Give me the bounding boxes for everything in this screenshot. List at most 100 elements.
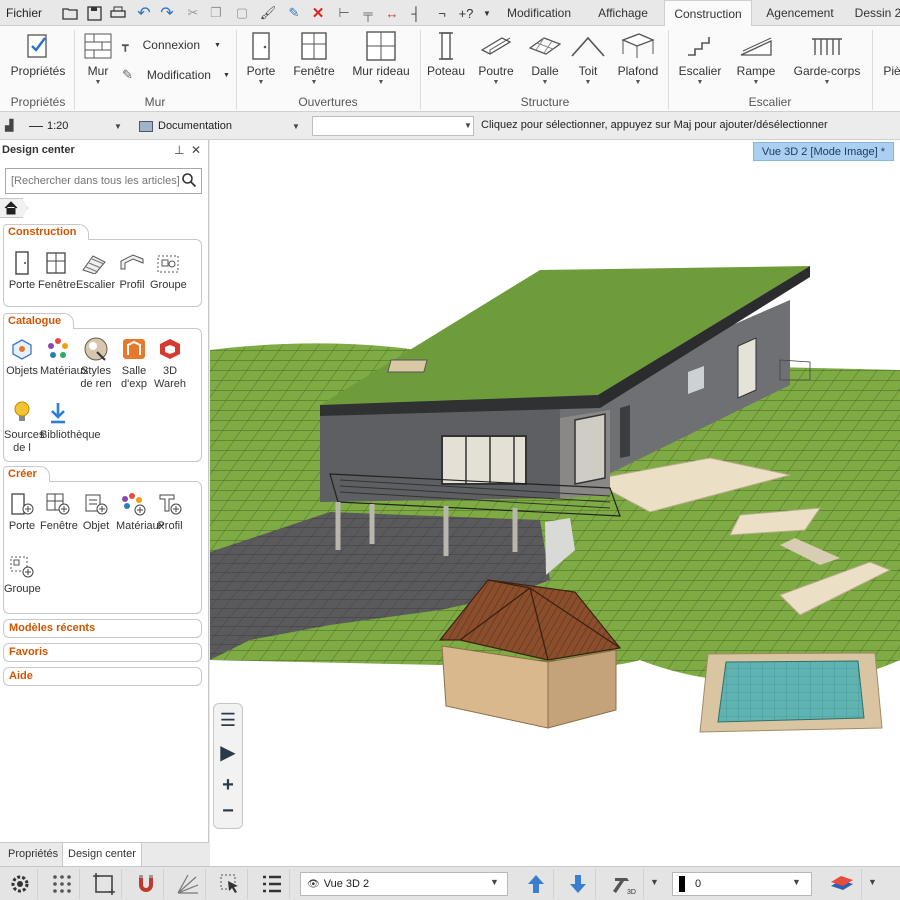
creer-porte-item[interactable]: Porte (4, 491, 40, 533)
construction-groupe-item[interactable]: Groupe (150, 250, 187, 292)
list-icon[interactable] (254, 869, 290, 899)
creer-profil-item[interactable]: Profil (152, 491, 188, 533)
creer-groupe-item[interactable]: Groupe (4, 554, 41, 596)
print-icon[interactable] (108, 3, 128, 23)
catalogue-bibliotheque-item[interactable]: Bibliothèque (40, 400, 101, 442)
redo-icon[interactable]: ↷ (157, 3, 177, 23)
play-icon[interactable]: ▶ (214, 740, 242, 765)
construction-escalier-item[interactable]: Escalier (76, 250, 115, 292)
fenetre-button[interactable]: Fenêtre ▼ (292, 30, 336, 86)
tab-construction[interactable]: Construction (664, 0, 752, 27)
elevation-select[interactable]: 0 (672, 872, 812, 896)
tab-dessin[interactable]: Dessin 2 (848, 0, 900, 27)
render-styles-icon (78, 336, 114, 362)
align-icon[interactable]: ╤ (358, 3, 378, 23)
pick-icon[interactable]: ✎ (284, 3, 304, 23)
escalier-button[interactable]: Escalier ▼ (678, 30, 722, 86)
section-modeles-recents[interactable]: Modèles récents (3, 619, 202, 638)
file-menu[interactable]: Fichier (6, 6, 42, 20)
select-cursor-icon[interactable] (212, 869, 248, 899)
search-input[interactable] (5, 168, 202, 194)
construction-fenetre-item[interactable]: Fenêtre (38, 250, 76, 292)
chevron-down-icon: ▼ (868, 877, 877, 887)
pin-icon[interactable]: ⊥ (174, 143, 184, 157)
catalogue-styles-item[interactable]: Styles de ren (78, 336, 114, 391)
menu-list-icon[interactable]: ☰ (214, 710, 242, 731)
selection-filter-select[interactable] (312, 116, 474, 136)
magnet-icon[interactable] (128, 869, 164, 899)
layer-select[interactable]: Documentation (134, 116, 306, 136)
catalogue-3d-warehouse-item[interactable]: 3D Wareh (152, 336, 188, 391)
tab-modification[interactable]: Modification (495, 0, 583, 27)
section-aide[interactable]: Aide (3, 667, 202, 686)
dalle-button[interactable]: Dalle ▼ (526, 30, 564, 86)
catalogue-materiaux-item[interactable]: Matériaux (40, 336, 88, 378)
search-icon[interactable] (181, 172, 199, 190)
rampe-button[interactable]: Rampe ▼ (734, 30, 778, 86)
proprietes-button[interactable]: Propriétés (8, 30, 68, 78)
zoom-in-icon[interactable]: + (214, 774, 242, 797)
zoom-out-icon[interactable]: − (214, 800, 242, 823)
catalogue-sources-item[interactable]: Sources de l (4, 400, 44, 455)
3d-viewport[interactable]: Vue 3D 2 [Mode Image] * ☰ ▶ + − (210, 140, 900, 866)
construction-porte-item[interactable]: Porte (4, 250, 40, 292)
section-construction[interactable]: Construction (3, 224, 90, 240)
catalogue-salle-item[interactable]: Salle d'exp (116, 336, 152, 391)
copy-icon[interactable]: ❐ (206, 3, 226, 23)
chevron-down-icon: ▼ (541, 79, 549, 86)
creer-materiaux-item[interactable]: Matériaux (116, 491, 164, 533)
mur-button[interactable]: Mur ▼ (82, 30, 114, 86)
undo-icon[interactable]: ↶ (134, 3, 154, 23)
open-folder-icon[interactable] (60, 3, 80, 23)
angle-icon[interactable]: ¬ (432, 3, 452, 23)
poteau-button[interactable]: Poteau (426, 30, 466, 78)
scale-select[interactable]: 1:20 (24, 116, 128, 136)
snap-frame-icon[interactable] (86, 869, 122, 899)
arrow-up-icon[interactable] (518, 869, 554, 899)
catalogue-objets-item[interactable]: Objets (4, 336, 40, 378)
tab-design-center[interactable]: Design center (62, 843, 142, 867)
distance-icon[interactable]: ↔ (382, 3, 402, 23)
close-icon[interactable]: ✕ (191, 143, 201, 157)
tab-proprietes[interactable]: Propriétés (3, 843, 63, 867)
poutre-button[interactable]: Poutre ▼ (476, 30, 516, 86)
garde-corps-button[interactable]: Garde-corps ▼ (792, 30, 862, 86)
paste-icon[interactable]: ▢ (232, 3, 252, 23)
paint-brush-icon[interactable]: 🖌 (258, 3, 278, 23)
view-tab[interactable]: Vue 3D 2 [Mode Image] * (752, 142, 894, 161)
piece-button[interactable]: Piè (882, 30, 900, 78)
curtain-wall-icon (350, 30, 412, 62)
angle-snap-icon[interactable] (170, 869, 206, 899)
chevron-down-icon: ▼ (292, 122, 300, 131)
breadcrumb[interactable] (0, 198, 28, 218)
arrow-down-icon[interactable] (560, 869, 596, 899)
section-creer[interactable]: Créer (3, 466, 50, 482)
save-icon[interactable] (84, 3, 104, 23)
mur-rideau-button[interactable]: Mur rideau ▼ (350, 30, 412, 86)
view-select[interactable]: 👁 Vue 3D 2 (300, 872, 508, 896)
tab-agencement[interactable]: Agencement (754, 0, 846, 27)
construction-profil-item[interactable]: Profil (114, 250, 150, 292)
hammer-3d-icon[interactable]: 3D (604, 869, 644, 899)
cut-icon[interactable]: ✂ (183, 3, 203, 23)
section-catalogue[interactable]: Catalogue (3, 313, 75, 329)
group-label-escalier: Escalier (748, 95, 792, 109)
dimension-icon[interactable]: ⊢ (334, 3, 354, 23)
help-icon[interactable]: +? (456, 3, 476, 23)
modification-button[interactable]: ✎ Modification ▼ (122, 67, 230, 83)
tab-affichage[interactable]: Affichage (585, 0, 661, 27)
layers-icon[interactable] (822, 869, 862, 899)
delete-icon[interactable]: ✕ (308, 3, 328, 23)
connexion-button[interactable]: ┳ Connexion ▼ (122, 38, 221, 52)
quick-access-dropdown-icon[interactable]: ▼ (477, 3, 497, 23)
measure-icon[interactable]: ┤ (406, 3, 426, 23)
section-favoris[interactable]: Favoris (3, 643, 202, 662)
toit-button[interactable]: Toit ▼ (570, 30, 606, 86)
porte-button[interactable]: Porte ▼ (244, 30, 278, 86)
ribbon-divider (872, 30, 873, 110)
grid-icon[interactable] (44, 869, 80, 899)
creer-objet-item[interactable]: Objet (78, 491, 114, 533)
creer-fenetre-item[interactable]: Fenêtre (40, 491, 78, 533)
plafond-button[interactable]: Plafond ▼ (616, 30, 660, 86)
settings-gear-icon[interactable] (2, 869, 38, 899)
